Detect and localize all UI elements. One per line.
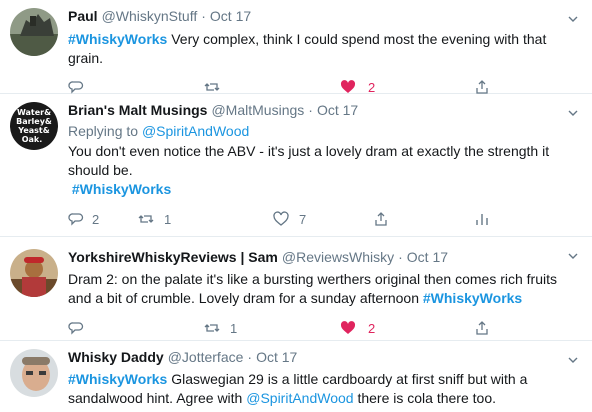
avatar[interactable] (10, 249, 58, 297)
timestamp[interactable]: Oct 17 (256, 349, 297, 365)
separator-dot: · (201, 8, 206, 24)
retweet-icon (204, 324, 220, 332)
analytics-button[interactable] (474, 211, 490, 227)
timestamp[interactable]: Oct 17 (210, 8, 251, 24)
separator-dot: · (308, 102, 313, 118)
retweet-button[interactable]: 1 (204, 320, 237, 336)
like-button[interactable]: 7 (273, 211, 306, 227)
tweet-text: Dram 2: on the palate it's like a bursti… (68, 270, 572, 308)
chevron-down-icon[interactable] (568, 355, 578, 365)
tweet-actions: 2 1 7 (68, 208, 572, 230)
replying-to: Replying to @SpiritAndWood (68, 122, 572, 141)
tweet[interactable]: Water& Barley& Yeast& Oak. Brian's Malt … (0, 94, 592, 237)
share-button[interactable] (474, 320, 490, 336)
like-button[interactable]: 2 (340, 320, 375, 336)
author-handle[interactable]: @ReviewsWhisky (282, 249, 394, 265)
tweet-header: YorkshireWhiskyReviews | Sam @ReviewsWhi… (68, 249, 572, 269)
reply-count: 2 (92, 211, 100, 227)
svg-text:Water&: Water& (17, 108, 51, 117)
tweet[interactable]: Paul @WhiskynStuff · Oct 17 #WhiskyWorks… (0, 0, 592, 95)
like-button[interactable]: 2 (340, 79, 375, 95)
author-name[interactable]: Brian's Malt Musings (68, 102, 207, 118)
hashtag-link[interactable]: #WhiskyWorks (68, 371, 167, 387)
like-count: 2 (368, 79, 376, 95)
author-handle[interactable]: @MaltMusings (211, 102, 304, 118)
heart-icon (340, 321, 356, 334)
replying-to-label: Replying to (68, 123, 139, 139)
tweet-text-content: there is cola there too. (353, 390, 496, 406)
reply-icon (68, 81, 84, 94)
retweet-count: 1 (164, 211, 172, 227)
tweet-actions: 1 2 (68, 317, 572, 339)
reply-button[interactable]: 2 (68, 211, 99, 227)
retweet-icon (204, 83, 220, 91)
tweet[interactable]: Whisky Daddy @Jotterface · Oct 17 #Whisk… (0, 341, 592, 412)
analytics-icon (476, 214, 488, 225)
tweet-header: Brian's Malt Musings @MaltMusings · Oct … (68, 102, 572, 122)
timestamp[interactable]: Oct 17 (317, 102, 358, 118)
share-button[interactable] (474, 79, 490, 95)
svg-text:Oak.: Oak. (22, 135, 43, 144)
author-name[interactable]: YorkshireWhiskyReviews | Sam (68, 249, 278, 265)
share-icon (375, 212, 387, 226)
heart-icon (273, 211, 289, 226)
timestamp[interactable]: Oct 17 (407, 249, 448, 265)
retweet-icon (138, 215, 154, 223)
share-button[interactable] (373, 211, 389, 227)
author-handle[interactable]: @WhiskynStuff (102, 8, 198, 24)
tweet[interactable]: YorkshireWhiskyReviews | Sam @ReviewsWhi… (0, 237, 592, 341)
reply-icon (68, 213, 84, 226)
avatar[interactable] (10, 8, 58, 56)
avatar[interactable] (10, 349, 58, 397)
avatar[interactable]: Water& Barley& Yeast& Oak. (10, 102, 58, 150)
hashtag-link[interactable]: #WhiskyWorks (72, 181, 171, 197)
mention-link[interactable]: @SpiritAndWood (142, 123, 249, 139)
like-count: 7 (299, 211, 307, 227)
like-count: 2 (368, 320, 376, 336)
chevron-down-icon[interactable] (568, 251, 578, 261)
tweet-feed: Paul @WhiskynStuff · Oct 17 #WhiskyWorks… (0, 0, 592, 412)
chevron-down-icon[interactable] (568, 108, 578, 118)
share-icon (476, 321, 488, 335)
separator-dot: · (247, 349, 253, 365)
reply-button[interactable] (68, 320, 84, 336)
author-name[interactable]: Paul (68, 8, 98, 24)
mention-link[interactable]: @SpiritAndWood (246, 390, 353, 406)
hashtag-link[interactable]: #WhiskyWorks (68, 31, 167, 47)
tweet-text: #WhiskyWorks Very complex, think I could… (68, 30, 572, 68)
retweet-count: 1 (230, 320, 238, 336)
tweet-text: You don't even notice the ABV - it's jus… (68, 142, 572, 199)
tweet-text-content: You don't even notice the ABV - it's jus… (68, 143, 550, 178)
share-icon (476, 80, 488, 94)
reply-button[interactable] (68, 79, 84, 95)
heart-icon (340, 80, 356, 93)
hashtag-link[interactable]: #WhiskyWorks (423, 290, 522, 306)
separator-dot: · (398, 249, 403, 265)
author-handle[interactable]: @Jotterface (168, 349, 244, 365)
chevron-down-icon[interactable] (568, 14, 578, 24)
retweet-button[interactable]: 1 (138, 211, 171, 227)
tweet-header: Paul @WhiskynStuff · Oct 17 (68, 8, 572, 28)
reply-icon (68, 322, 84, 335)
retweet-button[interactable] (204, 79, 220, 95)
svg-text:Yeast&: Yeast& (17, 126, 49, 135)
svg-text:Barley&: Barley& (16, 117, 52, 126)
tweet-header: Whisky Daddy @Jotterface · Oct 17 (68, 349, 572, 369)
author-name[interactable]: Whisky Daddy (68, 349, 164, 365)
tweet-text: #WhiskyWorks Glaswegian 29 is a little c… (68, 370, 572, 408)
